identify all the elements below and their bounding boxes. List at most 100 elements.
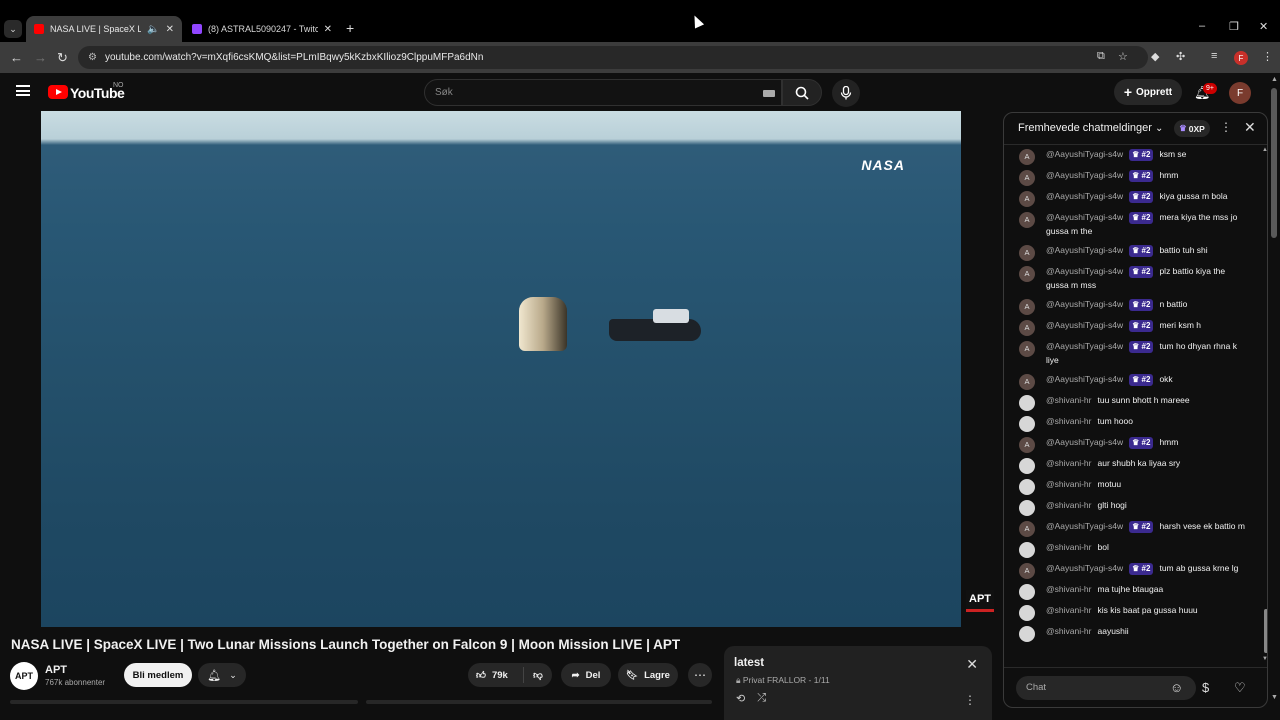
emoji-icon[interactable]: ☺ xyxy=(1170,680,1183,695)
chat-author-avatar[interactable] xyxy=(1019,479,1035,495)
xp-badge[interactable]: ♛ 0XP xyxy=(1174,120,1210,137)
channel-name[interactable]: APT xyxy=(45,664,67,676)
extension-icon[interactable]: ◆ xyxy=(1151,50,1159,63)
chat-input[interactable]: Chat xyxy=(1016,676,1196,700)
hamburger-menu-icon[interactable] xyxy=(16,85,30,96)
chat-message[interactable]: A @AayushiTyagi-s4w ♛ #2 n battio xyxy=(1004,295,1267,316)
address-bar[interactable]: ⚙ youtube.com/watch?v=mXqfi6csKMQ&list=P… xyxy=(78,46,1148,69)
chat-message[interactable]: A @AayushiTyagi-s4w ♛ #2 hmm xyxy=(1004,166,1267,187)
chat-author-avatar[interactable]: A xyxy=(1019,191,1035,207)
chat-message[interactable]: @shivani-hr ma tujhe btaugaa xyxy=(1004,580,1267,601)
chat-author-avatar[interactable]: A xyxy=(1019,521,1035,537)
tab-close-icon[interactable]: ✕ xyxy=(166,24,174,35)
chat-author-avatar[interactable] xyxy=(1019,626,1035,642)
share-button[interactable]: ➦ Del xyxy=(561,663,611,687)
chat-scrollbar-thumb[interactable] xyxy=(1264,609,1267,653)
chat-message[interactable]: A @AayushiTyagi-s4w ♛ #2 mera kiya the mss … xyxy=(1004,208,1267,241)
chat-author-avatar[interactable]: A xyxy=(1019,437,1035,453)
chat-author-avatar[interactable]: A xyxy=(1019,266,1035,282)
tab-close-icon[interactable]: ✕ xyxy=(324,24,332,35)
channel-watermark[interactable]: APT xyxy=(966,590,994,612)
chat-author-avatar[interactable]: A xyxy=(1019,212,1035,228)
chat-message[interactable]: @shivani-hr aur shubh ka liyaa sry xyxy=(1004,454,1267,475)
dislike-button[interactable]: 👎︎ xyxy=(524,669,552,681)
video-player[interactable]: NASA xyxy=(41,111,961,627)
chat-author-name[interactable]: @AayushiTyagi-s4w xyxy=(1046,170,1123,180)
bookmark-star-icon[interactable]: ☆ xyxy=(1118,50,1128,63)
browser-menu-icon[interactable]: ⋮ xyxy=(1262,50,1273,63)
chat-message[interactable]: A @AayushiTyagi-s4w ♛ #2 harsh vese ek batt… xyxy=(1004,517,1267,538)
playlist-close-icon[interactable]: ✕ xyxy=(966,656,978,673)
search-button[interactable] xyxy=(782,79,822,106)
chat-author-name[interactable]: @AayushiTyagi-s4w xyxy=(1046,245,1123,255)
chat-message[interactable]: A @AayushiTyagi-s4w ♛ #2 kiya gussa m bola xyxy=(1004,187,1267,208)
chat-author-avatar[interactable]: A xyxy=(1019,299,1035,315)
chat-author-name[interactable]: @shivani-hr xyxy=(1046,416,1091,426)
chat-message[interactable]: @shivani-hr bol xyxy=(1004,538,1267,559)
chat-author-name[interactable]: @shivani-hr xyxy=(1046,584,1091,594)
chat-message[interactable]: A @AayushiTyagi-s4w ♛ #2 plz battio kiya th… xyxy=(1004,262,1267,295)
chat-author-name[interactable]: @shivani-hr xyxy=(1046,395,1091,405)
voice-search-button[interactable] xyxy=(832,79,860,107)
chat-message[interactable]: @shivani-hr tum hooo xyxy=(1004,412,1267,433)
page-scrollbar-thumb[interactable] xyxy=(1271,88,1277,238)
search-input[interactable]: Søk xyxy=(424,79,782,106)
chat-message[interactable]: A @AayushiTyagi-s4w ♛ #2 ksm se xyxy=(1004,145,1267,166)
heart-icon[interactable]: ♡ xyxy=(1234,680,1246,696)
page-scroll-down-icon[interactable]: ▼ xyxy=(1271,694,1278,701)
site-info-icon[interactable]: ⚙ xyxy=(88,52,97,63)
super-chat-icon[interactable]: $ xyxy=(1202,680,1209,695)
chat-author-name[interactable]: @AayushiTyagi-s4w xyxy=(1046,374,1123,384)
chat-author-name[interactable]: @shivani-hr xyxy=(1046,626,1091,636)
chat-more-icon[interactable]: ⋮ xyxy=(1220,120,1232,134)
chat-author-avatar[interactable]: A xyxy=(1019,170,1035,186)
playlist-more-icon[interactable]: ⋮ xyxy=(964,693,976,707)
chat-message[interactable]: A @AayushiTyagi-s4w ♛ #2 tum ab gussa krne … xyxy=(1004,559,1267,580)
playlist-title[interactable]: latest xyxy=(734,657,764,669)
chat-author-name[interactable]: @shivani-hr xyxy=(1046,605,1091,615)
new-tab-button[interactable]: + xyxy=(346,20,354,36)
more-actions-button[interactable]: ⋯ xyxy=(688,663,712,687)
chat-author-name[interactable]: @AayushiTyagi-s4w xyxy=(1046,437,1123,447)
chat-author-name[interactable]: @AayushiTyagi-s4w xyxy=(1046,563,1123,573)
chat-author-avatar[interactable]: A xyxy=(1019,563,1035,579)
save-button[interactable]: 🔖︎ Lagre xyxy=(618,663,678,687)
back-arrow-icon[interactable]: ← xyxy=(10,50,23,65)
chat-message[interactable]: @shivani-hr aayushii xyxy=(1004,622,1267,643)
chat-author-avatar[interactable] xyxy=(1019,395,1035,411)
reload-icon[interactable]: ↻ xyxy=(57,50,68,66)
browser-profile-avatar[interactable]: F xyxy=(1234,51,1248,65)
close-window-button[interactable]: ✕ xyxy=(1259,20,1268,33)
chat-author-name[interactable]: @shivani-hr xyxy=(1046,542,1091,552)
chat-author-name[interactable]: @AayushiTyagi-s4w xyxy=(1046,149,1123,159)
forward-arrow-icon[interactable]: → xyxy=(34,50,47,65)
chat-message[interactable]: @shivani-hr kis kis baat pa gussa huuu xyxy=(1004,601,1267,622)
page-scroll-up-icon[interactable]: ▲ xyxy=(1271,76,1278,83)
chat-author-name[interactable]: @shivani-hr xyxy=(1046,458,1091,468)
install-app-icon[interactable]: ⧉ xyxy=(1097,50,1105,63)
tab-list-button[interactable]: ⌄ xyxy=(4,20,22,38)
chat-message[interactable]: A @AayushiTyagi-s4w ♛ #2 tum ho dhyan rhna … xyxy=(1004,337,1267,370)
chat-scroll-up-icon[interactable]: ▲ xyxy=(1262,147,1267,153)
tab-twitch[interactable]: (8) ASTRAL5090247 - Twitch ✕ xyxy=(184,16,340,42)
youtube-logo-icon[interactable] xyxy=(48,85,68,99)
subscription-bell-button[interactable]: 🔔︎ ⌄ xyxy=(198,663,246,687)
account-avatar[interactable]: F xyxy=(1229,82,1251,104)
chat-author-name[interactable]: @AayushiTyagi-s4w xyxy=(1046,191,1123,201)
chat-close-icon[interactable]: ✕ xyxy=(1244,119,1256,136)
chat-author-avatar[interactable] xyxy=(1019,605,1035,621)
chat-author-avatar[interactable] xyxy=(1019,584,1035,600)
chat-author-avatar[interactable] xyxy=(1019,458,1035,474)
minimize-button[interactable]: – xyxy=(1199,20,1205,32)
maximize-button[interactable]: ❐ xyxy=(1229,20,1239,33)
chat-author-name[interactable]: @shivani-hr xyxy=(1046,479,1091,489)
chat-author-avatar[interactable]: A xyxy=(1019,245,1035,261)
chat-author-avatar[interactable]: A xyxy=(1019,374,1035,390)
chat-author-avatar[interactable] xyxy=(1019,416,1035,432)
loop-icon[interactable]: ⟲ xyxy=(736,692,745,705)
chat-author-avatar[interactable]: A xyxy=(1019,320,1035,336)
chat-mode-dropdown[interactable]: Fremhevede chatmeldinger ⌄ xyxy=(1018,122,1163,134)
chat-message[interactable]: A @AayushiTyagi-s4w ♛ #2 hmm xyxy=(1004,433,1267,454)
chat-author-avatar[interactable]: A xyxy=(1019,341,1035,357)
keyboard-icon[interactable] xyxy=(763,90,775,97)
